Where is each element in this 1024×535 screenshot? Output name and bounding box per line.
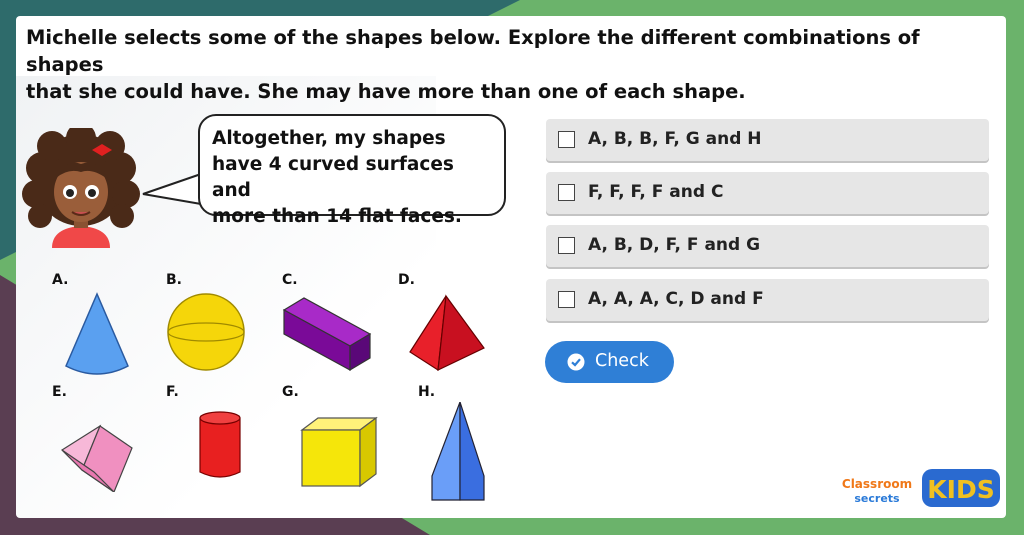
shape-f-label: F.	[166, 384, 179, 400]
sphere-icon	[167, 293, 245, 371]
speech-line-3: more than 14 flat faces.	[212, 206, 462, 227]
kids-logo: KIDS	[922, 469, 1000, 507]
shape-b-label: B.	[166, 272, 182, 288]
speech-bubble: Altogether, my shapes have 4 curved surf…	[198, 114, 506, 227]
option-2-label: F, F, F, F and C	[588, 182, 724, 202]
shape-c: C.	[282, 272, 382, 382]
option-2[interactable]: F, F, F, F and C	[546, 172, 989, 214]
question-card: Michelle selects some of the shapes belo…	[16, 16, 1006, 518]
shape-h-label: H.	[418, 384, 436, 400]
option-4[interactable]: A, A, A, C, D and F	[546, 279, 989, 321]
option-1-label: A, B, B, F, G and H	[588, 129, 762, 149]
shape-e-label: E.	[52, 384, 67, 400]
svg-text:Classroom: Classroom	[842, 477, 912, 491]
cone-icon	[65, 292, 129, 375]
svg-text:KIDS: KIDS	[927, 475, 994, 504]
cube-icon	[300, 416, 378, 488]
shape-d: D.	[398, 272, 498, 382]
check-button[interactable]: Check	[545, 341, 674, 383]
shape-f: F.	[166, 384, 266, 494]
shape-d-label: D.	[398, 272, 415, 288]
question-text: Michelle selects some of the shapes belo…	[26, 24, 986, 105]
shape-a: A.	[52, 272, 152, 382]
option-4-label: A, A, A, C, D and F	[588, 289, 764, 309]
option-3-label: A, B, D, F, F and G	[588, 235, 761, 255]
question-line-2: that she could have. She may have more t…	[26, 80, 746, 103]
shape-b: B.	[166, 272, 266, 382]
shape-g: G.	[282, 384, 382, 494]
speech-line-1: Altogether, my shapes	[212, 128, 446, 149]
shape-h: H.	[418, 384, 518, 501]
question-line-1: Michelle selects some of the shapes belo…	[26, 26, 920, 76]
tall-pyramid-icon	[431, 402, 485, 501]
option-1-checkbox[interactable]	[558, 131, 575, 148]
check-circle-icon	[567, 353, 585, 371]
michelle-avatar	[22, 128, 140, 248]
cylinder-icon	[199, 411, 241, 478]
speech-line-2: have 4 curved surfaces and	[212, 154, 454, 201]
shape-a-label: A.	[52, 272, 69, 288]
option-1[interactable]: A, B, B, F, G and H	[546, 119, 989, 161]
shape-e: E.	[52, 384, 152, 494]
option-2-checkbox[interactable]	[558, 184, 575, 201]
option-3[interactable]: A, B, D, F, F and G	[546, 225, 989, 267]
square-pyramid-icon	[409, 294, 485, 372]
option-3-checkbox[interactable]	[558, 237, 575, 254]
classroom-secrets-logo: Classroom secrets	[842, 477, 912, 505]
shape-c-label: C.	[282, 272, 298, 288]
shape-g-label: G.	[282, 384, 299, 400]
check-button-label: Check	[595, 351, 649, 371]
speech-bubble-tail	[142, 173, 202, 205]
triangular-prism-icon	[61, 424, 133, 492]
option-4-checkbox[interactable]	[558, 291, 575, 308]
svg-text:secrets: secrets	[854, 492, 900, 505]
cuboid-icon	[282, 297, 372, 372]
